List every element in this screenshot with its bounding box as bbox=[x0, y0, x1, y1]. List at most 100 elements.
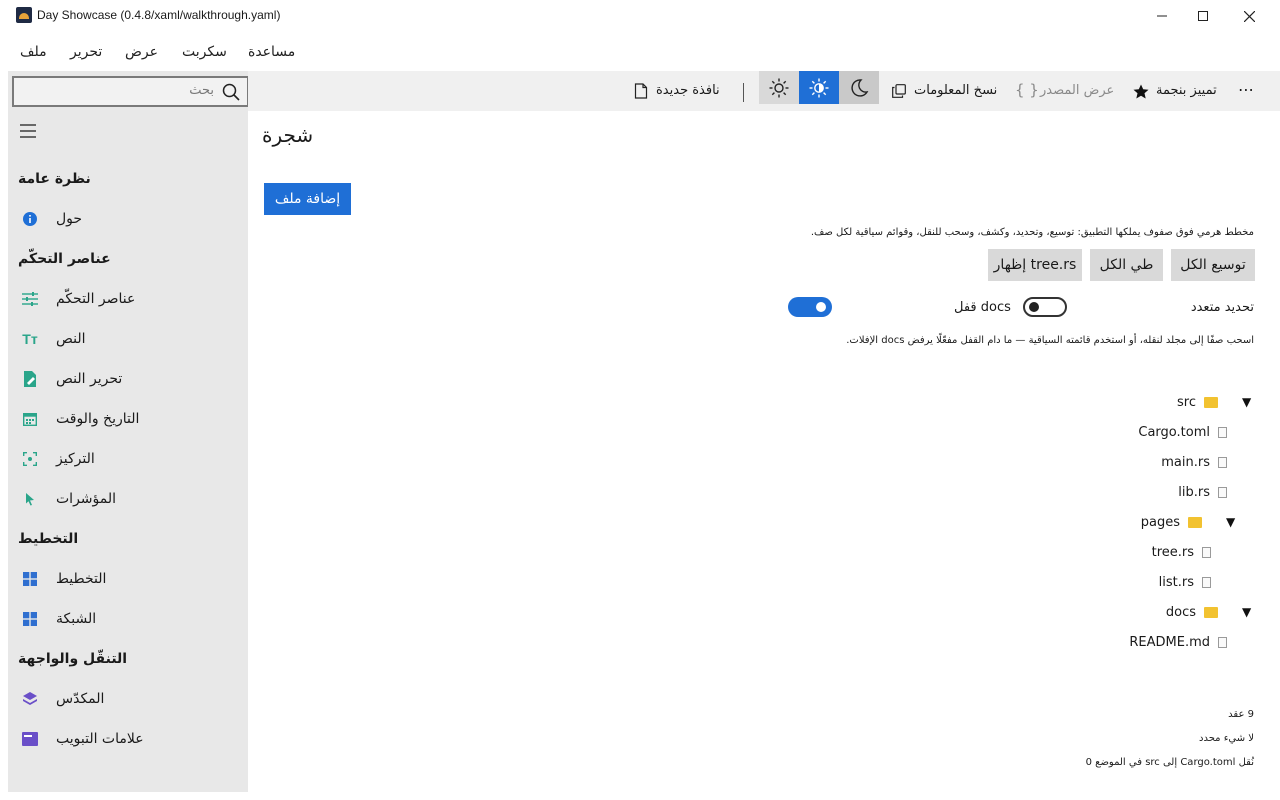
show-tree-rs-button[interactable]: إظهار tree.rs bbox=[988, 249, 1082, 281]
sidebar-item-stack[interactable]: المكدّس bbox=[8, 682, 248, 718]
sidebar-heading-controls: عناصر التحكّم bbox=[18, 251, 111, 267]
folder-icon bbox=[1204, 607, 1218, 618]
expand-all-button[interactable]: توسيع الكل bbox=[1171, 249, 1255, 281]
tree-row[interactable]: tree.rs bbox=[1060, 540, 1260, 570]
tree-item-label: main.rs bbox=[1161, 455, 1210, 470]
menu-script[interactable]: سكربت bbox=[182, 44, 227, 60]
tree-row[interactable]: ▼ pages bbox=[1060, 510, 1260, 540]
sun-icon bbox=[769, 78, 789, 97]
menu-help[interactable]: مساعدة bbox=[248, 44, 295, 60]
multi-select-label: تحديد متعدد bbox=[1190, 300, 1254, 315]
tree-item-label: list.rs bbox=[1158, 575, 1194, 590]
expand-arrow-icon[interactable]: ▼ bbox=[1242, 605, 1251, 619]
search-box[interactable] bbox=[12, 76, 249, 107]
tree-row[interactable]: list.rs bbox=[1060, 570, 1260, 600]
sidebar-item-pointers[interactable]: المؤشرات bbox=[8, 482, 248, 518]
tree-item-label: tree.rs bbox=[1151, 545, 1194, 560]
copy-info-button[interactable]: نسخ المعلومات bbox=[914, 83, 997, 98]
node-count: 9 عقد bbox=[1228, 709, 1254, 720]
expand-arrow-icon[interactable]: ▼ bbox=[1242, 395, 1251, 409]
file-tree[interactable]: ▼ src Cargo.toml main.rs lib.rs ▼ pages tree.rs… bbox=[1060, 390, 1260, 660]
maximize-icon bbox=[1198, 11, 1208, 21]
add-file-button[interactable]: إضافة ملف bbox=[264, 183, 351, 215]
sidebar-item-text-edit[interactable]: تحرير النص bbox=[8, 362, 248, 398]
sidebar-item-tabs[interactable]: علامات التبويب bbox=[8, 722, 248, 758]
menu-edit[interactable]: تحرير bbox=[70, 44, 102, 60]
tree-row[interactable]: lib.rs bbox=[1060, 480, 1260, 510]
sidebar-item-label: النص bbox=[56, 331, 86, 347]
tree-row[interactable]: ▼ docs bbox=[1060, 600, 1260, 630]
light-theme-button[interactable] bbox=[759, 71, 799, 104]
sidebar-heading-overview: نظرة عامة bbox=[18, 171, 91, 187]
sidebar-item-label: التاريخ والوقت bbox=[56, 411, 140, 427]
hamburger-menu-icon[interactable] bbox=[20, 124, 36, 138]
sidebar-heading-navigation: التنقّل والواجهة bbox=[18, 651, 128, 667]
sidebar-item-label: التخطيط bbox=[56, 571, 107, 587]
tabs-icon bbox=[22, 731, 38, 747]
file-icon bbox=[1202, 547, 1211, 558]
minimize-button[interactable] bbox=[1139, 0, 1185, 32]
sidebar-item-text[interactable]: Tт النص bbox=[8, 322, 248, 358]
sidebar-item-controls[interactable]: عناصر التحكّم bbox=[8, 282, 248, 318]
sidebar-item-about[interactable]: حول bbox=[8, 202, 248, 238]
tree-item-label: docs bbox=[1165, 605, 1196, 620]
last-move-status: نُقل Cargo.toml إلى src في الموضع 0 bbox=[1085, 757, 1254, 768]
tree-row[interactable]: main.rs bbox=[1060, 450, 1260, 480]
close-icon bbox=[1243, 10, 1255, 22]
toolbar-separator bbox=[743, 83, 744, 102]
grid-icon bbox=[22, 611, 38, 627]
sidebar-item-label: تحرير النص bbox=[56, 371, 123, 387]
sidebar-item-focus[interactable]: التركيز bbox=[8, 442, 248, 478]
page-title: شجرة bbox=[262, 123, 314, 147]
multi-select-toggle[interactable] bbox=[788, 297, 832, 317]
lock-docs-label: قفل docs bbox=[954, 300, 1011, 315]
edit-icon bbox=[22, 371, 38, 387]
file-icon bbox=[1218, 457, 1227, 468]
maximize-button[interactable] bbox=[1180, 0, 1226, 32]
tree-row[interactable]: ▼ src bbox=[1060, 390, 1260, 420]
dark-theme-button[interactable] bbox=[839, 71, 879, 104]
sidebar-item-label: عناصر التحكّم bbox=[56, 291, 136, 307]
file-icon bbox=[1218, 637, 1227, 648]
search-input[interactable] bbox=[22, 82, 216, 99]
view-source-button[interactable]: عرض المصدر bbox=[1040, 83, 1114, 98]
sidebar-item-datetime[interactable]: التاريخ والوقت bbox=[8, 402, 248, 438]
expand-arrow-icon[interactable]: ▼ bbox=[1226, 515, 1235, 529]
copy-icon[interactable] bbox=[892, 84, 906, 98]
auto-theme-icon bbox=[809, 78, 829, 97]
stack-icon bbox=[22, 691, 38, 707]
text-icon: Tт bbox=[22, 331, 38, 347]
star-icon[interactable] bbox=[1133, 84, 1149, 99]
tree-row[interactable]: Cargo.toml bbox=[1060, 420, 1260, 450]
sidebar-item-layout[interactable]: التخطيط bbox=[8, 562, 248, 598]
sidebar-item-label: علامات التبويب bbox=[56, 731, 144, 747]
file-icon bbox=[1218, 487, 1227, 498]
system-theme-button[interactable] bbox=[799, 71, 839, 104]
sidebar-item-label: التركيز bbox=[56, 451, 95, 467]
folder-icon bbox=[1204, 397, 1218, 408]
search-icon[interactable] bbox=[222, 83, 240, 101]
menu-file[interactable]: ملف bbox=[20, 44, 47, 60]
close-button[interactable] bbox=[1226, 0, 1272, 32]
menu-view[interactable]: عرض bbox=[125, 44, 158, 60]
selection-status: لا شيء محدد bbox=[1199, 733, 1254, 744]
sliders-icon bbox=[22, 291, 38, 307]
pointer-icon bbox=[22, 491, 38, 507]
new-window-button[interactable]: نافذة جديدة bbox=[656, 83, 720, 98]
sidebar-heading-layout: التخطيط bbox=[18, 531, 79, 547]
sidebar-item-label: حول bbox=[56, 211, 83, 227]
tree-item-label: pages bbox=[1140, 515, 1180, 530]
star-button[interactable]: تمييز بنجمة bbox=[1156, 83, 1217, 98]
more-options-icon[interactable]: ⋯ bbox=[1238, 80, 1254, 99]
tree-row[interactable]: README.md bbox=[1060, 630, 1260, 660]
lock-docs-toggle[interactable] bbox=[1023, 297, 1067, 317]
info-icon bbox=[22, 211, 38, 227]
collapse-all-button[interactable]: طي الكل bbox=[1090, 249, 1163, 281]
sidebar-item-grid[interactable]: الشبكة bbox=[8, 602, 248, 638]
new-window-icon[interactable] bbox=[634, 83, 648, 99]
app-icon bbox=[16, 7, 32, 23]
page-description: مخطط هرمي فوق صفوف يملكها التطبيق: توسيع… bbox=[810, 227, 1254, 238]
layout-icon bbox=[22, 571, 38, 587]
calendar-icon bbox=[22, 411, 38, 427]
minimize-icon bbox=[1157, 15, 1167, 17]
